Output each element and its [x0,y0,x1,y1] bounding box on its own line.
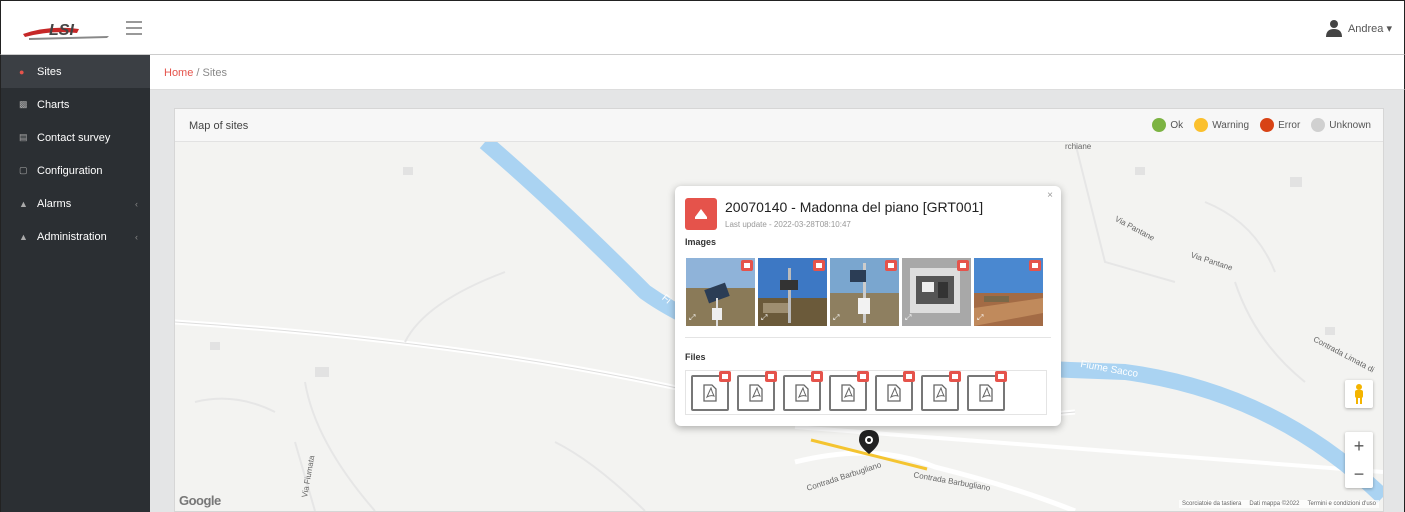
legend-label: Error [1278,119,1301,131]
user-icon: ▲ [19,231,28,242]
delete-file-icon[interactable] [765,371,777,382]
pdf-file-icon[interactable] [783,371,823,411]
status-legend: Ok Warning Error Unknown [1146,118,1371,132]
last-update: Last update - 2022-03-28T08:10:47 [725,220,851,229]
map-card: Map of sites Ok Warning Error Unknown rc… [174,108,1384,512]
pdf-file-icon[interactable] [875,371,915,411]
delete-file-icon[interactable] [811,371,823,382]
delete-file-icon[interactable] [719,371,731,382]
map-view[interactable]: rchiane Via Pantane Via Pantane Contrada… [175,142,1383,511]
delete-file-icon[interactable] [857,371,869,382]
sidebar-item-label: Alarms [37,197,72,210]
image-gallery: ⤢ ⤢ ⤢ ⤢ ⤢ [686,258,1043,326]
image-thumbnail[interactable]: ⤢ [830,258,899,326]
map-attribution: Scorciatoie da tastiera Dati mappa ©2022… [1178,500,1379,508]
zoom-controls: + − [1345,432,1373,488]
sidebar-item-alarms[interactable]: ▲ Alarms ‹ [1,187,150,220]
sidebar-item-administration[interactable]: ▲ Administration ‹ [1,220,150,253]
images-label: Images [685,237,717,247]
google-logo: Google [179,493,221,508]
image-thumbnail[interactable]: ⤢ [686,258,755,326]
pdf-file-icon[interactable] [737,371,777,411]
table-icon: ▤ [19,132,28,142]
menu-toggle-icon[interactable] [126,21,142,35]
svg-text:LSI: LSI [49,22,74,39]
breadcrumb-separator: / [196,67,200,79]
pdf-file-icon[interactable] [691,371,731,411]
expand-icon[interactable]: ⤢ [977,313,983,323]
breadcrumb-home-link[interactable]: Home [164,67,193,79]
delete-file-icon[interactable] [995,371,1007,382]
image-thumbnail[interactable]: ⤢ [902,258,971,326]
pdf-file-icon[interactable] [921,371,961,411]
card-title: Map of sites [189,120,249,132]
legend-label: Unknown [1329,119,1371,131]
pdf-file-icon[interactable] [829,371,869,411]
popup-title: 20070140 - Madonna del piano [GRT001] [725,199,984,215]
legend-label: Warning [1212,119,1250,131]
delete-image-icon[interactable] [813,260,825,271]
user-menu[interactable]: Andrea ▾ [1325,19,1392,37]
sidebar-item-charts[interactable]: ▩ Charts [1,88,150,121]
legend-unknown: Unknown [1311,118,1371,132]
sidebar-item-sites[interactable]: ● Sites [1,55,150,88]
user-icon [1325,20,1342,37]
user-name: Andrea ▾ [1347,22,1392,35]
map-label: rchiane [1065,142,1092,151]
map-pin-icon: ● [19,66,25,77]
keyboard-shortcuts-link[interactable]: Scorciatoie da tastiera [1182,501,1241,507]
expand-icon[interactable]: ⤢ [689,313,695,323]
legend-error: Error [1260,118,1300,132]
sidebar-item-label: Charts [37,98,70,111]
lsi-logo[interactable]: LSI [19,17,119,43]
sidebar-item-contact-survey[interactable]: ▤ Contact survey [1,121,150,154]
card-header: Map of sites Ok Warning Error Unknown [175,109,1383,142]
site-status-icon [685,198,717,230]
sidebar: ● Sites ▩ Charts ▤ Contact survey ▢ Conf… [0,55,150,512]
zoom-in-button[interactable]: + [1345,432,1373,460]
pdf-file-icon[interactable] [967,371,1007,411]
street-view-pegman-icon[interactable] [1345,380,1373,408]
chevron-left-icon: ‹ [135,198,138,209]
expand-icon[interactable]: ⤢ [761,313,767,323]
zoom-out-button[interactable]: − [1345,460,1373,488]
terms-link[interactable]: Termini e condizioni d'uso [1307,501,1376,507]
file-list [685,370,1047,415]
delete-image-icon[interactable] [1029,260,1041,271]
ok-status-dot-icon [1152,118,1167,132]
sidebar-item-label: Administration [37,230,107,243]
site-info-popup: × 20070140 - Madonna del piano [GRT001] … [675,186,1061,426]
delete-image-icon[interactable] [957,260,969,271]
site-marker-pin-icon[interactable] [859,430,879,459]
sidebar-item-label: Contact survey [37,131,111,144]
breadcrumb: Home / Sites [150,55,1405,90]
sidebar-item-configuration[interactable]: ▢ Configuration [1,154,150,187]
chart-icon: ▩ [19,99,28,109]
chevron-left-icon: ‹ [135,231,138,242]
expand-icon[interactable]: ⤢ [833,313,839,323]
legend-warning: Warning [1194,118,1249,132]
warning-status-dot-icon [1194,118,1209,132]
sidebar-item-label: Configuration [37,164,103,177]
expand-icon[interactable]: ⤢ [905,313,911,323]
close-icon[interactable]: × [1047,190,1053,201]
sidebar-item-label: Sites [37,65,62,78]
delete-image-icon[interactable] [741,260,753,271]
delete-image-icon[interactable] [885,260,897,271]
error-status-dot-icon [1260,118,1275,132]
bell-icon: ▲ [19,198,28,209]
file-icon: ▢ [19,165,28,175]
delete-file-icon[interactable] [903,371,915,382]
map-data-label: Dati mappa ©2022 [1249,501,1300,507]
image-thumbnail[interactable]: ⤢ [758,258,827,326]
delete-file-icon[interactable] [949,371,961,382]
top-navbar: LSI Andrea ▾ [0,0,1405,55]
files-label: Files [685,352,706,362]
divider [685,337,1051,338]
legend-label: Ok [1170,119,1184,131]
unknown-status-dot-icon [1311,118,1326,132]
legend-ok: Ok [1152,118,1183,132]
breadcrumb-current: Sites [202,67,227,79]
image-thumbnail[interactable]: ⤢ [974,258,1043,326]
